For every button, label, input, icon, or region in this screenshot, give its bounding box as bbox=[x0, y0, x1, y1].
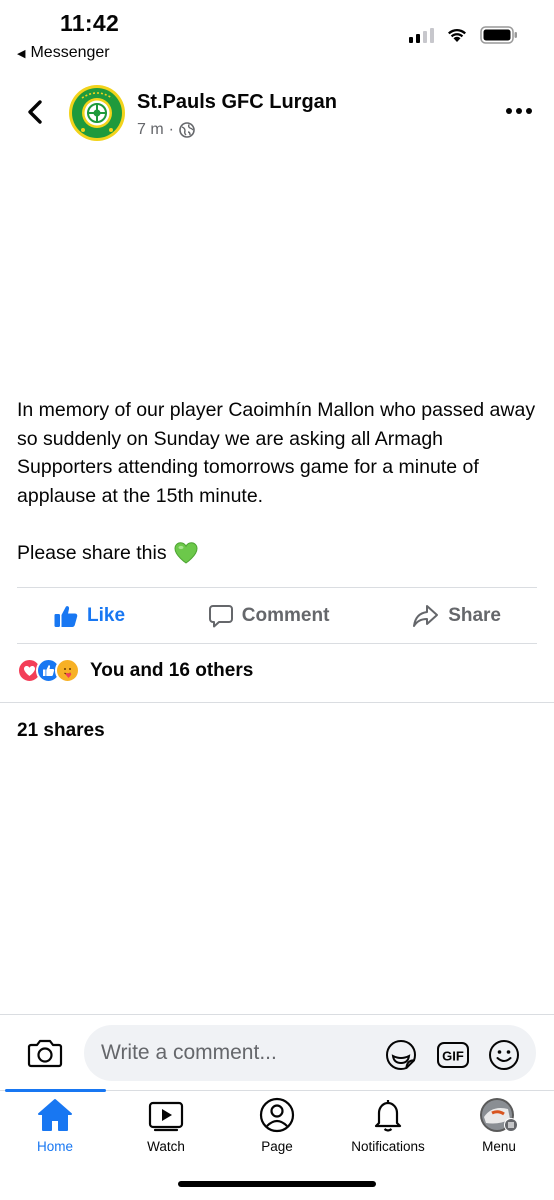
page-icon bbox=[259, 1097, 295, 1133]
tab-watch[interactable]: Watch bbox=[111, 1097, 221, 1154]
comment-label: Comment bbox=[241, 605, 330, 626]
reactions-text: You and 16 others bbox=[90, 659, 254, 681]
share-line-text: Please share this bbox=[17, 541, 167, 564]
sticker-icon[interactable] bbox=[384, 1038, 418, 1072]
home-indicator[interactable] bbox=[178, 1181, 376, 1187]
comment-input[interactable]: Write a comment... GIF bbox=[84, 1025, 536, 1081]
tab-notifications[interactable]: Notifications bbox=[333, 1097, 443, 1154]
bell-icon bbox=[374, 1100, 402, 1132]
gif-label: GIF bbox=[442, 1049, 464, 1064]
comment-icon bbox=[208, 605, 233, 628]
thumbs-up-icon bbox=[54, 606, 78, 627]
like-button[interactable]: Like bbox=[53, 603, 125, 629]
menu-avatar-icon bbox=[480, 1098, 518, 1132]
tab-home[interactable]: Home bbox=[0, 1097, 110, 1154]
share-arrow-icon bbox=[413, 605, 439, 627]
camera-icon[interactable] bbox=[27, 1037, 63, 1069]
tab-page-label: Page bbox=[261, 1139, 293, 1154]
tab-watch-label: Watch bbox=[147, 1139, 185, 1154]
battery-icon bbox=[480, 26, 517, 44]
comment-placeholder: Write a comment... bbox=[101, 1041, 277, 1064]
watch-icon bbox=[148, 1101, 184, 1132]
gif-icon[interactable]: GIF bbox=[436, 1040, 470, 1070]
tab-home-label: Home bbox=[36, 1139, 73, 1154]
page-avatar[interactable] bbox=[68, 84, 126, 142]
back-app-label: Messenger bbox=[30, 44, 110, 61]
back-to-messenger[interactable]: ◀ Messenger bbox=[17, 44, 110, 62]
status-time: 11:42 bbox=[60, 10, 120, 36]
post-text: In memory of our player Caoimhín Mallon … bbox=[17, 399, 536, 507]
post-time[interactable]: 7 m bbox=[137, 121, 164, 139]
green-heart-icon bbox=[174, 542, 198, 564]
reactions-summary[interactable]: You and 16 others bbox=[17, 658, 253, 683]
wifi-icon bbox=[448, 28, 466, 42]
signal-icon bbox=[409, 27, 434, 43]
meta-separator: · bbox=[168, 121, 174, 138]
divider bbox=[17, 643, 537, 644]
post-meta: 7 m · bbox=[137, 121, 195, 139]
post-actions: Like Comment Share bbox=[17, 588, 537, 644]
comment-button[interactable]: Comment bbox=[208, 603, 330, 629]
tab-notifications-label: Notifications bbox=[351, 1139, 425, 1154]
care-reaction-icon bbox=[55, 658, 80, 683]
comment-bar: Write a comment... GIF bbox=[0, 1014, 554, 1090]
back-triangle-icon: ◀ bbox=[17, 47, 26, 60]
tab-menu[interactable]: Menu bbox=[444, 1097, 554, 1154]
active-tab-indicator bbox=[5, 1089, 106, 1092]
status-icons bbox=[409, 26, 518, 44]
share-button[interactable]: Share bbox=[412, 603, 501, 629]
tab-page[interactable]: Page bbox=[222, 1097, 332, 1154]
emoji-icon[interactable] bbox=[488, 1039, 520, 1071]
back-chevron-icon[interactable] bbox=[22, 96, 50, 128]
globe-icon bbox=[179, 122, 195, 138]
post-share-line: Please share this bbox=[17, 541, 199, 565]
like-label: Like bbox=[87, 605, 126, 626]
home-icon bbox=[38, 1099, 72, 1131]
share-label: Share bbox=[448, 605, 501, 626]
page-name[interactable]: St.Pauls GFC Lurgan bbox=[137, 91, 337, 114]
tab-menu-label: Menu bbox=[482, 1139, 516, 1154]
divider bbox=[0, 702, 554, 703]
shares-count[interactable]: 21 shares bbox=[17, 720, 105, 742]
more-options-icon[interactable] bbox=[506, 108, 532, 114]
